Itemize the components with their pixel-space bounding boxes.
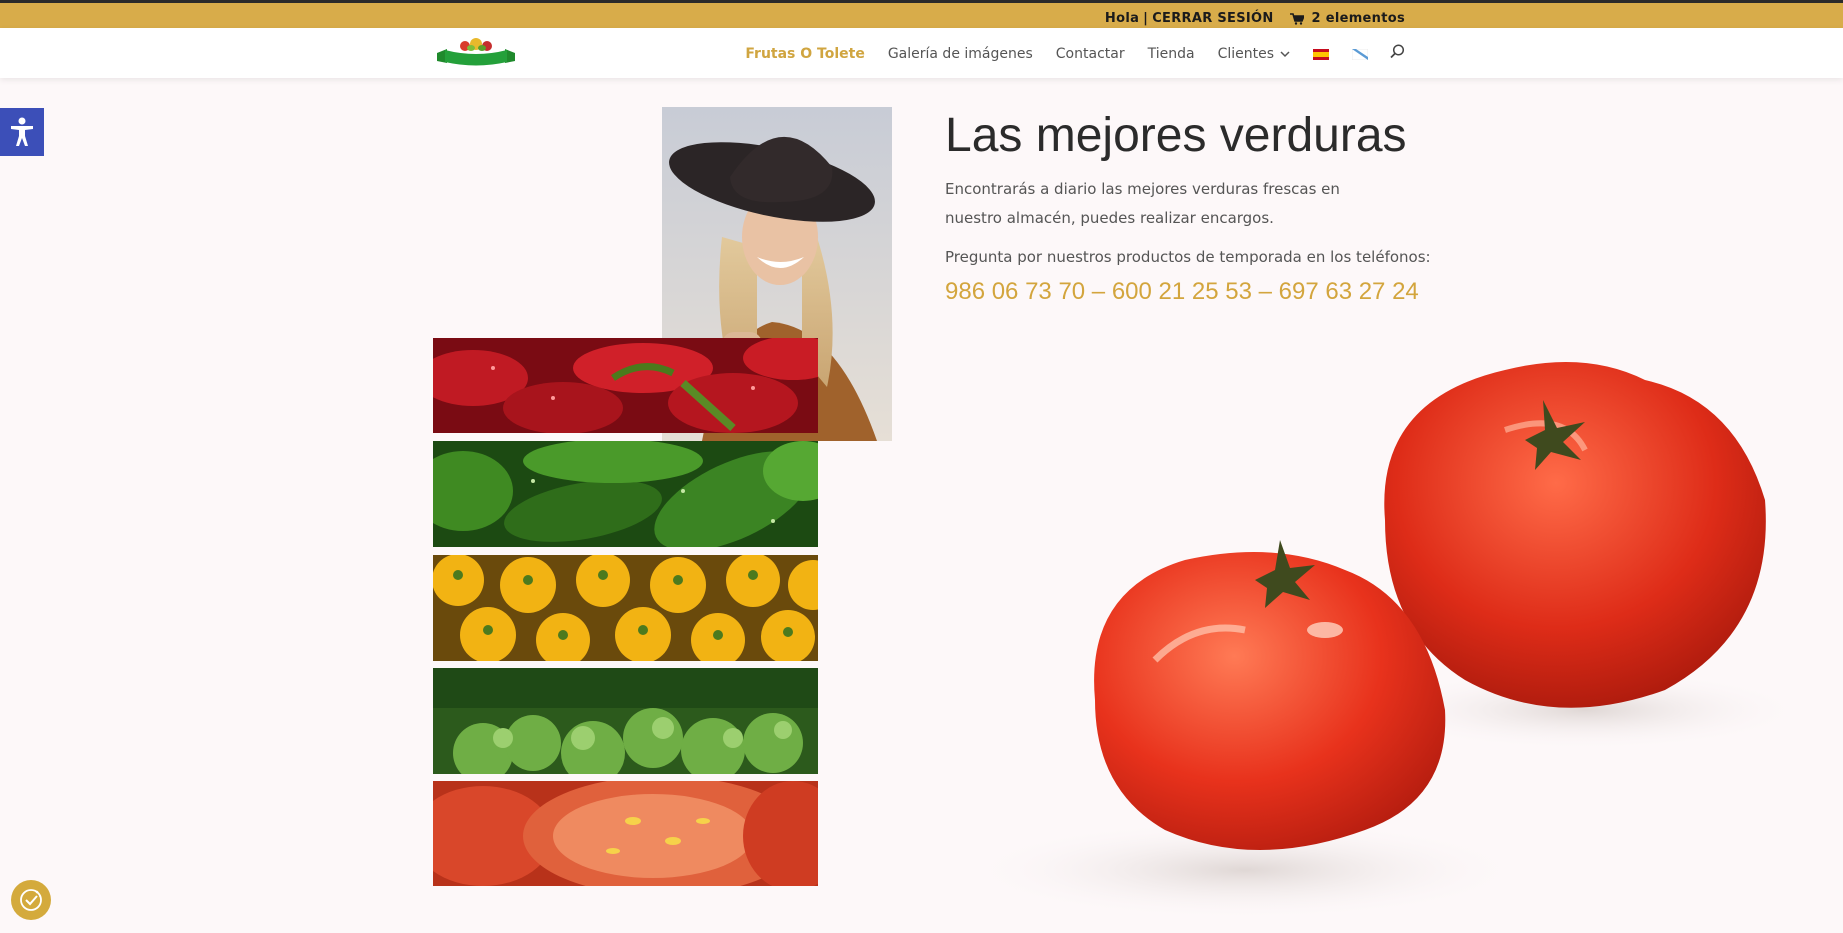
strip-red-peppers: [433, 338, 818, 433]
main-nav: Frutas O Tolete Galería de imágenes Cont…: [722, 44, 1405, 63]
cart-link[interactable]: 2 elementos: [1289, 11, 1405, 26]
search-icon[interactable]: [1390, 44, 1405, 63]
seasonal-paragraph: Pregunta por nuestros productos de tempo…: [945, 248, 1431, 266]
phone-numbers: 986 06 73 70 – 600 21 25 53 – 697 63 27 …: [945, 278, 1419, 305]
tomatoes-image: [945, 330, 1843, 933]
strip-kale: [433, 668, 818, 774]
cookie-icon: [20, 889, 42, 911]
nav-clients[interactable]: Clientes: [1218, 46, 1290, 62]
top-bar: Hola | CERRAR SESIÓN 2 elementos: [0, 0, 1843, 28]
flag-galician-icon[interactable]: [1351, 48, 1369, 61]
flag-spanish-icon[interactable]: [1313, 48, 1329, 60]
logout-link[interactable]: CERRAR SESIÓN: [1152, 11, 1273, 26]
nav-gallery[interactable]: Galería de imágenes: [888, 46, 1033, 62]
site-header: Frutas O Tolete Galería de imágenes Cont…: [0, 28, 1843, 78]
intro-paragraph: Encontrarás a diario las mejores verdura…: [945, 180, 1340, 227]
strip-yellow-peppers: [433, 555, 818, 661]
cart-count: 2 elementos: [1311, 11, 1405, 26]
site-logo[interactable]: [435, 38, 517, 68]
page-title: Las mejores verduras: [945, 109, 1407, 162]
top-bar-links: Hola | CERRAR SESIÓN 2 elementos: [1105, 11, 1405, 26]
nav-clients-label: Clientes: [1217, 45, 1274, 62]
accessibility-button[interactable]: [0, 108, 44, 156]
strip-tomato-slices: [433, 781, 818, 886]
cart-icon: [1289, 12, 1304, 25]
nav-contact[interactable]: Contactar: [1056, 46, 1125, 62]
accessibility-icon: [11, 117, 33, 146]
greeting-text: Hola: [1104, 11, 1140, 26]
chevron-down-icon: [1280, 50, 1290, 57]
cookie-settings-button[interactable]: [11, 880, 51, 920]
nav-shop[interactable]: Tienda: [1148, 46, 1195, 62]
nav-home[interactable]: Frutas O Tolete: [745, 46, 864, 62]
separator: |: [1143, 11, 1149, 26]
strip-cucumbers: [433, 441, 818, 547]
